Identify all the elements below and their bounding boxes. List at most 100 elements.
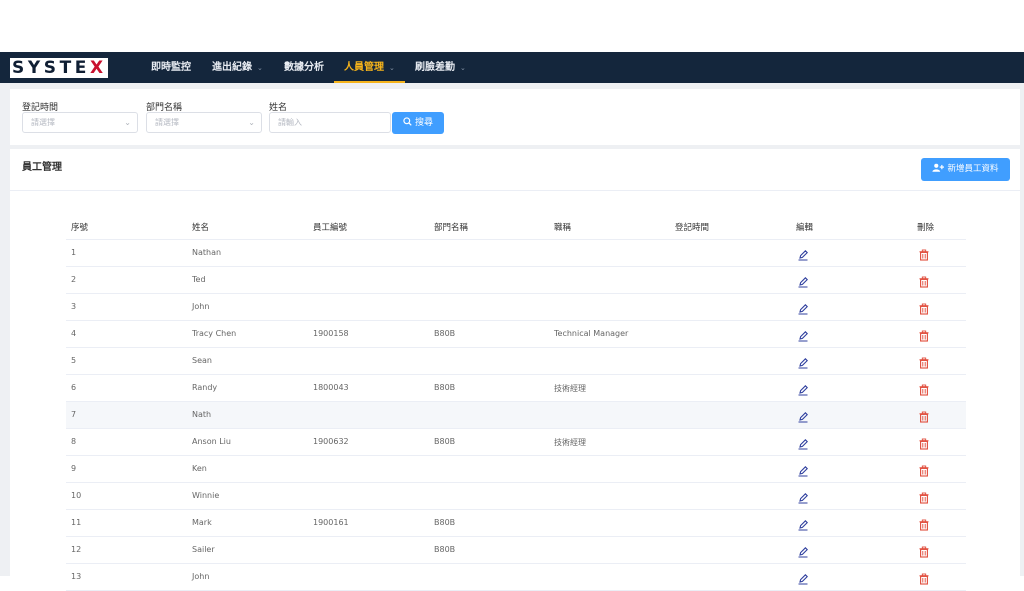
table-row: 4 Tracy Chen 1900158 B80B Technical Manager bbox=[66, 321, 966, 348]
trash-icon[interactable] bbox=[918, 381, 930, 396]
cell-name: Tracy Chen bbox=[192, 329, 237, 338]
panel-title: 員工管理 bbox=[22, 162, 62, 173]
chevron-down-icon: ⌄ bbox=[124, 118, 131, 127]
trash-icon[interactable] bbox=[918, 327, 930, 342]
pencil-icon[interactable] bbox=[797, 435, 809, 450]
cell-no: 12 bbox=[71, 545, 82, 554]
add-employee-button[interactable]: 新增員工資料 bbox=[921, 158, 1010, 181]
pencil-icon[interactable] bbox=[797, 381, 809, 396]
employee-table: 序號 姓名 員工編號 部門名稱 職稱 登記時間 編輯 刪除 1 Nathan 2 Te… bbox=[66, 213, 966, 591]
cell-no: 3 bbox=[71, 302, 77, 311]
column-header-edit: 編輯 bbox=[796, 223, 814, 233]
cell-emp-id: 1800043 bbox=[313, 383, 349, 392]
employee-panel: 員工管理 新增員工資料 序號 姓名 員工編號 部門名稱 職稱 登記時間 編輯 刪… bbox=[10, 149, 1020, 591]
table-row: 10 Winnie bbox=[66, 483, 966, 510]
trash-icon[interactable] bbox=[918, 246, 930, 261]
trash-icon[interactable] bbox=[918, 489, 930, 504]
table-row: 12 Sailer B80B bbox=[66, 537, 966, 564]
table-body: 1 Nathan 2 Ted 3 John 4 Tracy Chen 1900158 B80B Te… bbox=[66, 240, 966, 591]
pencil-icon[interactable] bbox=[797, 327, 809, 342]
cell-name: Ted bbox=[192, 275, 206, 284]
cell-title: 技術經理 bbox=[554, 438, 586, 447]
pencil-icon[interactable] bbox=[797, 246, 809, 261]
trash-icon[interactable] bbox=[918, 408, 930, 423]
cell-no: 8 bbox=[71, 437, 77, 446]
table-row: 2 Ted bbox=[66, 267, 966, 294]
pencil-icon[interactable] bbox=[797, 408, 809, 423]
table-row: 5 Sean bbox=[66, 348, 966, 375]
table-row: 13 John bbox=[66, 564, 966, 591]
divider bbox=[10, 190, 1020, 191]
cell-dept: B80B bbox=[434, 437, 456, 446]
table-row: 11 Mark 1900161 B80B bbox=[66, 510, 966, 537]
logo-text: SYSTE bbox=[12, 58, 91, 78]
pencil-icon[interactable] bbox=[797, 273, 809, 288]
trash-icon[interactable] bbox=[918, 354, 930, 369]
trash-icon[interactable] bbox=[918, 570, 930, 585]
trash-icon[interactable] bbox=[918, 543, 930, 558]
top-navbar: SYSTEX 即時監控 進出紀錄 ⌄ 數據分析 人員管理 ⌄ 刷臉差勤 ⌄ bbox=[0, 52, 1024, 83]
table-row: 3 John bbox=[66, 294, 966, 321]
cell-emp-id: 1900158 bbox=[313, 329, 349, 338]
cell-no: 10 bbox=[71, 491, 82, 500]
table-row: 1 Nathan bbox=[66, 240, 966, 267]
cell-emp-id: 1900161 bbox=[313, 518, 349, 527]
nav-item-realtime-monitor[interactable]: 即時監控 bbox=[151, 52, 191, 83]
nav-item-personnel-management[interactable]: 人員管理 ⌄ bbox=[334, 52, 405, 83]
table-row: 9 Ken bbox=[66, 456, 966, 483]
cell-name: Ken bbox=[192, 464, 207, 473]
cell-no: 5 bbox=[71, 356, 77, 365]
pencil-icon[interactable] bbox=[797, 516, 809, 531]
nav-label: 即時監控 bbox=[151, 62, 191, 73]
column-header-reg-time: 登記時間 bbox=[675, 223, 710, 233]
nav-item-data-analysis[interactable]: 數據分析 bbox=[284, 52, 324, 83]
trash-icon[interactable] bbox=[918, 300, 930, 315]
pencil-icon[interactable] bbox=[797, 543, 809, 558]
nav-label: 人員管理 bbox=[344, 62, 384, 73]
cell-title: 技術經理 bbox=[554, 384, 586, 393]
table-row: 6 Randy 1800043 B80B 技術經理 bbox=[66, 375, 966, 402]
trash-icon[interactable] bbox=[918, 516, 930, 531]
cell-title: Technical Manager bbox=[554, 329, 629, 338]
name-input-placeholder: 請輸入 bbox=[278, 118, 302, 127]
search-button[interactable]: 搜尋 bbox=[392, 112, 444, 134]
cell-name: Nath bbox=[192, 410, 212, 419]
date-select-placeholder: 請選擇 bbox=[31, 118, 55, 127]
add-user-icon bbox=[932, 163, 945, 172]
filter-panel: 登記時間 請選擇 ⌄ 部門名稱 請選擇 ⌄ 姓名 請輸入 搜尋 bbox=[10, 89, 1020, 145]
cell-name: Sailer bbox=[192, 545, 215, 554]
trash-icon[interactable] bbox=[918, 273, 930, 288]
name-input[interactable]: 請輸入 bbox=[269, 112, 391, 133]
cell-no: 1 bbox=[71, 248, 77, 257]
nav-item-face-attendance[interactable]: 刷臉差勤 ⌄ bbox=[415, 52, 466, 83]
cell-no: 11 bbox=[71, 518, 82, 527]
column-header-title: 職稱 bbox=[554, 223, 572, 233]
date-select[interactable]: 請選擇 ⌄ bbox=[22, 112, 138, 133]
systex-logo[interactable]: SYSTEX bbox=[10, 58, 108, 78]
column-header-delete: 刪除 bbox=[917, 223, 935, 233]
nav-label: 刷臉差勤 bbox=[415, 62, 455, 73]
column-header-name: 姓名 bbox=[192, 223, 210, 233]
pencil-icon[interactable] bbox=[797, 489, 809, 504]
cell-no: 4 bbox=[71, 329, 77, 338]
cell-emp-id: 1900632 bbox=[313, 437, 349, 446]
trash-icon[interactable] bbox=[918, 435, 930, 450]
column-header-dept: 部門名稱 bbox=[434, 223, 469, 233]
cell-no: 9 bbox=[71, 464, 77, 473]
nav-label: 數據分析 bbox=[284, 62, 324, 73]
logo-accent: X bbox=[90, 58, 107, 78]
nav-label: 進出紀錄 bbox=[212, 62, 252, 73]
pencil-icon[interactable] bbox=[797, 570, 809, 585]
trash-icon[interactable] bbox=[918, 462, 930, 477]
pencil-icon[interactable] bbox=[797, 354, 809, 369]
dept-select[interactable]: 請選擇 ⌄ bbox=[146, 112, 262, 133]
pencil-icon[interactable] bbox=[797, 300, 809, 315]
column-header-no: 序號 bbox=[71, 223, 89, 233]
cell-dept: B80B bbox=[434, 329, 456, 338]
cell-name: John bbox=[192, 572, 210, 581]
add-employee-label: 新增員工資料 bbox=[947, 164, 999, 174]
chevron-down-icon: ⌄ bbox=[389, 64, 395, 72]
pencil-icon[interactable] bbox=[797, 462, 809, 477]
chevron-down-icon: ⌄ bbox=[248, 118, 255, 127]
nav-item-access-records[interactable]: 進出紀錄 ⌄ bbox=[212, 52, 263, 83]
